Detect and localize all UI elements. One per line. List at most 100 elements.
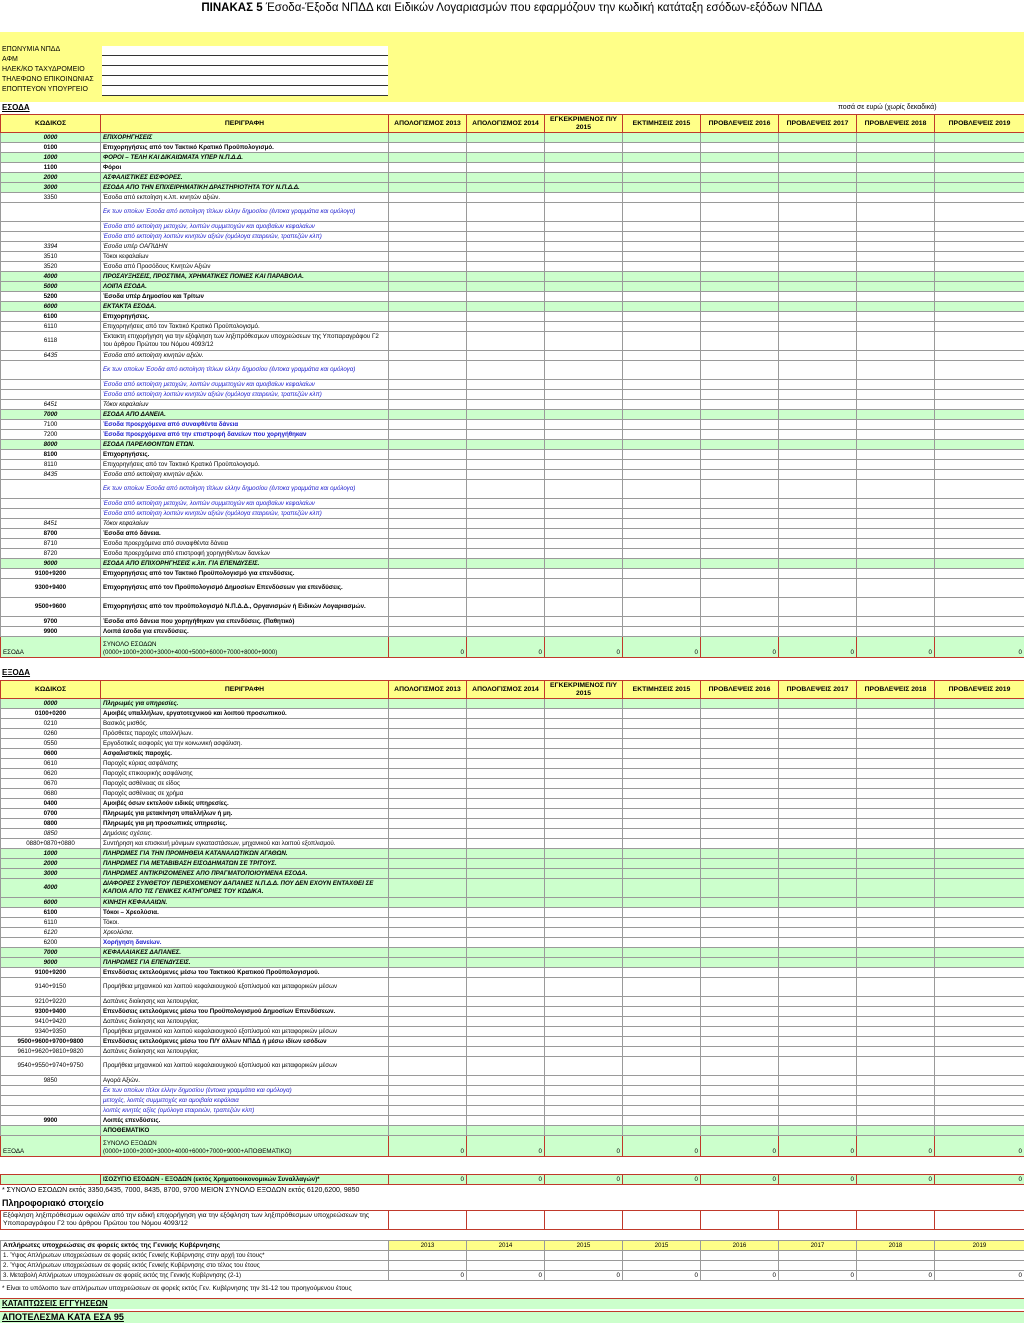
expense-value[interactable] [388,788,467,799]
expense-value[interactable] [700,708,779,719]
expense-value[interactable] [622,1095,701,1106]
expense-value[interactable] [778,1095,857,1106]
revenue-value[interactable] [466,449,545,460]
arrears-value[interactable] [856,1260,935,1271]
revenue-value[interactable] [700,518,779,529]
revenue-value[interactable] [934,350,1024,361]
arrears-value[interactable]: 0 [856,1270,935,1281]
expense-value[interactable] [466,808,545,819]
revenue-value[interactable] [700,251,779,262]
revenue-value[interactable] [466,251,545,262]
expense-value[interactable] [544,967,623,978]
revenue-value[interactable] [622,399,701,410]
revenue-value[interactable] [700,459,779,470]
expense-value[interactable] [934,1085,1024,1096]
revenue-value[interactable] [856,142,935,153]
expense-value[interactable] [622,1006,701,1017]
revenue-value[interactable] [388,399,467,410]
revenue-value[interactable] [778,508,857,519]
revenue-value[interactable] [466,271,545,282]
revenue-value[interactable] [466,301,545,312]
revenue-value[interactable] [466,172,545,183]
expense-value[interactable] [466,1046,545,1057]
expense-value[interactable] [856,818,935,829]
revenue-value[interactable] [544,231,623,242]
revenue-value[interactable] [934,597,1024,617]
expense-value[interactable] [622,957,701,968]
revenue-value[interactable] [934,439,1024,450]
revenue-value[interactable] [778,152,857,163]
revenue-value[interactable] [388,479,467,499]
revenue-value[interactable] [544,379,623,390]
expense-value[interactable] [934,1105,1024,1116]
revenue-value[interactable] [856,469,935,480]
info-value[interactable] [778,1210,857,1230]
expense-value[interactable] [778,1125,857,1136]
expense-value[interactable] [622,708,701,719]
revenue-value[interactable] [388,459,467,470]
expense-value[interactable] [388,967,467,978]
revenue-value[interactable] [778,182,857,193]
expense-value[interactable] [388,1105,467,1116]
revenue-value[interactable] [700,221,779,232]
expense-value[interactable] [622,1075,701,1086]
expense-value[interactable] [388,947,467,958]
expense-value[interactable] [544,1046,623,1057]
expense-value[interactable] [388,1085,467,1096]
expense-value[interactable] [934,698,1024,709]
revenue-value[interactable] [622,419,701,430]
revenue-value[interactable] [856,449,935,460]
expense-value[interactable] [466,917,545,928]
revenue-value[interactable] [700,409,779,420]
revenue-value[interactable] [544,182,623,193]
revenue-value[interactable] [544,350,623,361]
expense-value[interactable] [934,947,1024,958]
expense-value[interactable] [934,957,1024,968]
revenue-value[interactable] [778,231,857,242]
expense-value[interactable] [778,957,857,968]
revenue-value[interactable] [544,439,623,450]
revenue-value[interactable] [622,528,701,539]
revenue-value[interactable] [544,578,623,598]
expense-value[interactable] [466,947,545,958]
revenue-value[interactable] [388,508,467,519]
expense-value[interactable] [856,1095,935,1106]
expense-value[interactable] [934,937,1024,948]
expense-value[interactable] [622,738,701,749]
expense-value[interactable] [700,1026,779,1037]
revenue-value[interactable] [700,578,779,598]
revenue-value[interactable] [466,321,545,332]
revenue-value[interactable] [700,301,779,312]
revenue-value[interactable] [934,558,1024,569]
revenue-value[interactable] [700,331,779,351]
revenue-value[interactable] [700,142,779,153]
expense-value[interactable] [934,818,1024,829]
revenue-value[interactable] [466,192,545,203]
expense-value[interactable] [388,1026,467,1037]
expense-value[interactable] [622,967,701,978]
expense-value[interactable] [622,977,701,997]
expense-value[interactable] [544,1056,623,1076]
revenue-value[interactable] [934,152,1024,163]
revenue-value[interactable] [388,389,467,400]
expense-value[interactable] [934,798,1024,809]
expense-value[interactable] [700,967,779,978]
expense-value[interactable] [778,788,857,799]
revenue-value[interactable] [388,518,467,529]
expense-value[interactable] [700,1085,779,1096]
expense-value[interactable] [934,878,1024,898]
expense-value[interactable] [700,828,779,839]
revenue-value[interactable] [856,350,935,361]
revenue-value[interactable] [466,518,545,529]
expense-value[interactable] [700,1036,779,1047]
expense-value[interactable] [700,907,779,918]
expense-value[interactable] [622,718,701,729]
expense-value[interactable] [388,708,467,719]
revenue-value[interactable] [934,132,1024,143]
revenue-value[interactable] [856,162,935,173]
revenue-value[interactable] [388,597,467,617]
expense-value[interactable] [388,897,467,908]
revenue-value[interactable] [466,419,545,430]
revenue-value[interactable] [622,241,701,252]
arrears-value[interactable] [856,1250,935,1261]
